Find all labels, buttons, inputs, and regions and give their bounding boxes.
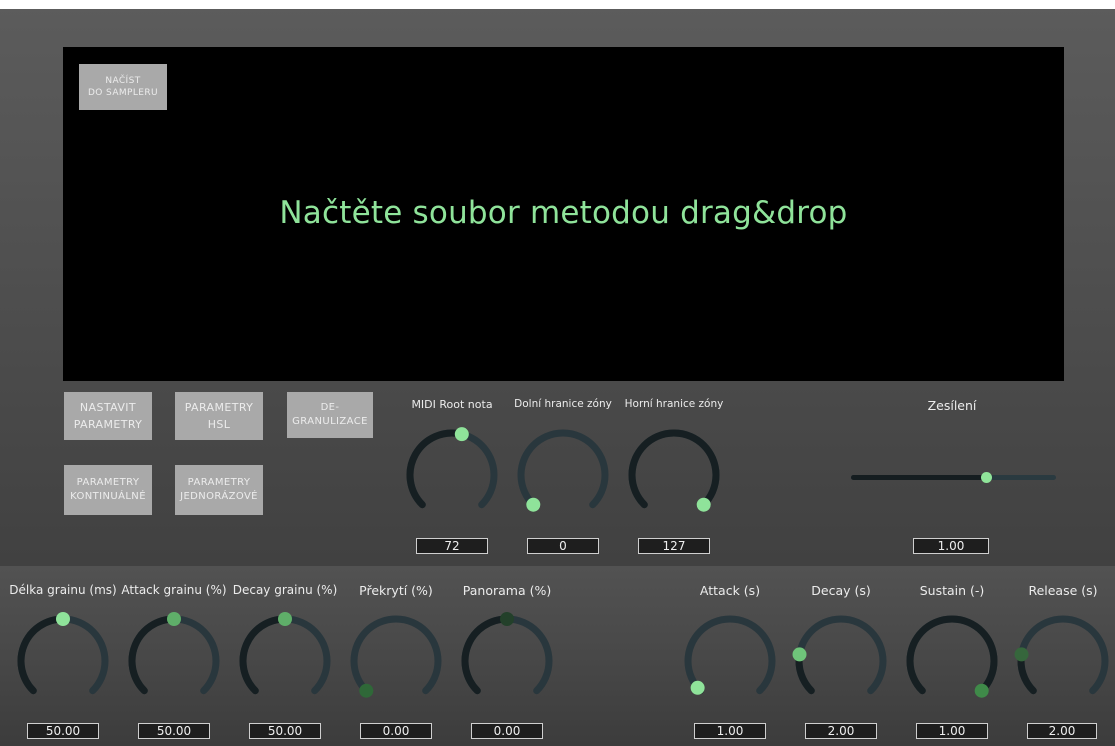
panorama-knob[interactable] (452, 606, 562, 716)
knob-value-arc (239, 615, 289, 695)
knob-track (684, 615, 776, 695)
zone-low-knob[interactable] (508, 420, 618, 530)
knob-track (350, 615, 442, 695)
knob-thumb (454, 427, 469, 442)
grain-decay-value[interactable]: 50.00 (249, 723, 321, 739)
attack-value[interactable]: 1.00 (694, 723, 766, 739)
waveform-display[interactable]: NAČÍST DO SAMPLERU Načtěte soubor metodo… (63, 47, 1064, 381)
knob-value-arc (406, 429, 466, 509)
continuous-parameters-button[interactable]: PARAMETRY KONTINUÁLNÉ (64, 465, 152, 515)
grain-decay-label: Decay grainu (%) (232, 583, 338, 597)
overlap-knob[interactable] (341, 606, 451, 716)
midi-root-knob[interactable] (397, 420, 507, 530)
knob-thumb (696, 497, 711, 512)
gain-value[interactable]: 1.00 (913, 538, 989, 554)
sustain-knob[interactable] (897, 606, 1007, 716)
set-parameters-button[interactable]: NASTAVIT PARAMETRY (64, 392, 152, 440)
knob-thumb (526, 497, 541, 512)
panorama-value[interactable]: 0.00 (471, 723, 543, 739)
degranulation-button[interactable]: DE- GRANULIZACE (287, 392, 373, 438)
knob-track (795, 615, 887, 695)
title-bar (0, 0, 1115, 9)
knob-thumb (359, 683, 374, 698)
knob-thumb (500, 612, 514, 626)
knob-track (1017, 615, 1109, 695)
gain-slider-thumb[interactable] (981, 472, 993, 483)
release-knob[interactable] (1008, 606, 1115, 716)
knob-thumb (1014, 647, 1029, 662)
grain-length-value[interactable]: 50.00 (27, 723, 99, 739)
zone-high-knob[interactable] (619, 420, 729, 530)
gain-slider-fill (851, 475, 987, 480)
release-label: Release (s) (1028, 583, 1098, 598)
knob-thumb (792, 647, 807, 662)
knob-track (517, 429, 609, 509)
grain-attack-value[interactable]: 50.00 (138, 723, 210, 739)
grain-length-knob[interactable] (8, 606, 118, 716)
knob-thumb (278, 612, 292, 626)
knob-value-arc (128, 615, 178, 695)
knob-thumb (167, 612, 181, 626)
grain-length-label: Délka grainu (ms) (9, 583, 117, 597)
zone-high-value[interactable]: 127 (638, 538, 710, 554)
gain-label: Zesílení (927, 398, 977, 413)
decay-value[interactable]: 2.00 (805, 723, 877, 739)
overlap-value[interactable]: 0.00 (360, 723, 432, 739)
grain-attack-knob[interactable] (119, 606, 229, 716)
oneshot-parameters-button[interactable]: PARAMETRY JEDNORÁZOVÉ (175, 465, 263, 515)
release-value[interactable]: 2.00 (1027, 723, 1097, 739)
knob-value-arc (461, 615, 511, 695)
panorama-label: Panorama (%) (462, 583, 552, 598)
zone-high-label: Horní hranice zóny (624, 398, 724, 410)
knob-value-arc (906, 615, 998, 695)
grain-attack-label: Attack grainu (%) (121, 583, 227, 597)
grain-decay-knob[interactable] (230, 606, 340, 716)
decay-label: Decay (s) (811, 583, 871, 598)
gain-slider[interactable] (851, 472, 1056, 483)
knob-value-arc (628, 429, 720, 509)
drop-hint: Načtěte soubor metodou drag&drop (279, 195, 848, 231)
knob-thumb (56, 612, 70, 626)
knob-value-arc (17, 615, 67, 695)
attack-knob[interactable] (675, 606, 785, 716)
midi-root-value[interactable]: 72 (416, 538, 488, 554)
attack-label: Attack (s) (699, 583, 761, 598)
knob-thumb (690, 680, 705, 695)
overlap-label: Překrytí (%) (359, 583, 433, 598)
sustain-label: Sustain (-) (919, 583, 985, 598)
sustain-value[interactable]: 1.00 (916, 723, 988, 739)
zone-low-label: Dolní hranice zóny (514, 398, 612, 410)
hsl-parameters-button[interactable]: PARAMETRY HSL (175, 392, 263, 440)
load-to-sampler-button[interactable]: NAČÍST DO SAMPLERU (79, 64, 167, 110)
knob-thumb (974, 683, 989, 698)
midi-root-label: MIDI Root nota (411, 398, 493, 411)
zone-low-value[interactable]: 0 (527, 538, 599, 554)
decay-knob[interactable] (786, 606, 896, 716)
